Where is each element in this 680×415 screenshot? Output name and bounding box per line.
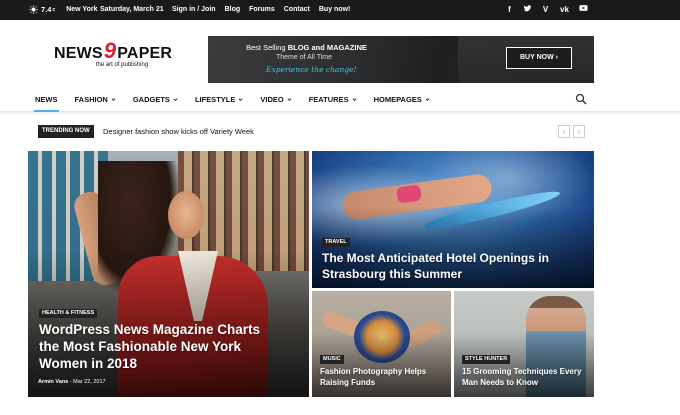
blog-link[interactable]: Blog [225,6,241,13]
logo-word-news: NEWS [54,45,103,62]
weather-city: New York [66,6,98,13]
chevron-down-icon [425,98,430,101]
weather-widget: 7.4 c New York [29,5,97,14]
nav-item-label: FEATURES [308,95,349,104]
post-author[interactable]: Armin Vans [38,379,68,385]
post-title[interactable]: WordPress News Magazine Charts the Most … [39,321,279,372]
nav-item-label: HOMEPAGES [373,95,422,104]
logo-nine: 9 [103,38,117,63]
top-links: Sign in / Join Blog Forums Contact Buy n… [172,6,350,13]
nav-item-news[interactable]: NEWS [34,95,58,112]
image-face [168,191,204,239]
trending-arrows: ‹ › [558,125,585,138]
banner-headline-bold: BLOG and MAGAZINE [287,43,367,52]
nav-item-label: LIFESTYLE [194,95,236,104]
banner-headline: Best Selling BLOG and MAGAZINE [246,43,367,52]
sign-in-link[interactable]: Sign in / Join [172,6,216,13]
current-date: Saturday, March 21 [100,6,164,13]
temperature-unit: c [52,6,56,13]
nav-item-gadgets[interactable]: GADGETS [133,95,178,104]
featured-post-main[interactable]: HEALTH & FITNESS WordPress News Magazine… [28,151,309,397]
temperature: 7.4 [41,5,52,14]
banner-slogan: Experience the change! [266,65,357,74]
forums-link[interactable]: Forums [249,6,275,13]
nav-item-lifestyle[interactable]: LIFESTYLE [195,95,243,104]
vimeo-icon[interactable]: V [541,4,550,15]
social-icons: f V vk [505,4,588,15]
trending-next-button[interactable]: › [573,125,585,138]
chevron-down-icon [173,98,178,101]
nav-item-features[interactable]: FEATURES [309,95,357,104]
post-title[interactable]: 15 Grooming Techniques Every Man Needs t… [462,367,592,388]
chevron-down-icon [111,98,116,101]
chevron-down-icon [287,98,292,101]
logo-word-paper: PAPER [117,45,173,62]
main-navigation: NEWS FASHION GADGETS LIFESTYLE VIDEO FEATURES… [0,88,680,116]
category-badge[interactable]: HEALTH & FITNESS [39,309,98,318]
twitter-icon[interactable] [523,4,532,15]
nav-menu: NEWS FASHION GADGETS LIFESTYLE VIDEO FEATURES… [34,95,447,112]
featured-post-music[interactable]: MUSIC Fashion Photography Helps Raising … [312,291,451,397]
post-title[interactable]: The Most Anticipated Hotel Openings in S… [322,250,562,282]
trending-headline[interactable]: Designer fashion show kicks off Variety … [103,127,254,136]
banner-buy-now-button[interactable]: BUY NOW › [506,47,572,69]
banner-subline: Theme of All Time [276,54,333,61]
nav-item-label: GADGETS [132,95,170,104]
banner-headline-prefix: Best Selling [246,43,288,52]
facebook-icon[interactable]: f [505,4,514,15]
chevron-down-icon [238,98,243,101]
nav-item-label: NEWS [35,95,58,104]
nav-item-fashion[interactable]: FASHION [75,95,116,104]
post-meta: Armin Vans - Mar 22, 2017 [38,379,106,385]
trending-prev-button[interactable]: ‹ [558,125,570,138]
featured-post-travel[interactable]: TRAVEL The Most Anticipated Hotel Openin… [312,151,594,288]
category-badge[interactable]: TRAVEL [322,238,350,247]
youtube-icon[interactable] [579,4,588,15]
post-date: Mar 22, 2017 [73,379,106,385]
trending-bar: TRENDING NOW Designer fashion show kicks… [38,125,594,138]
nav-item-homepages[interactable]: HOMEPAGES [374,95,430,104]
featured-post-style[interactable]: STYLE HUNTER 15 Grooming Techniques Ever… [454,291,594,397]
buy-now-link[interactable]: Buy now! [319,6,351,13]
search-icon[interactable] [575,93,587,105]
logo-wordmark: NEWS 9 PAPER [54,38,184,64]
category-badge[interactable]: MUSIC [320,355,344,364]
nav-item-video[interactable]: VIDEO [260,95,292,104]
weather-sun-icon [29,5,38,14]
vk-icon[interactable]: vk [559,4,570,15]
trending-badge: TRENDING NOW [38,125,94,138]
nav-item-label: VIDEO [260,95,284,104]
chevron-down-icon [352,98,357,101]
site-logo[interactable]: NEWS 9 PAPER the art of publishing [54,38,184,80]
top-bar: 7.4 c New York Saturday, March 21 Sign i… [0,0,680,20]
category-badge[interactable]: STYLE HUNTER [462,355,511,364]
post-title[interactable]: Fashion Photography Helps Raising Funds [320,367,450,388]
nav-shadow [0,112,680,116]
nav-item-label: FASHION [74,95,108,104]
contact-link[interactable]: Contact [284,6,310,13]
header-ad-banner[interactable]: Best Selling BLOG and MAGAZINE Theme of … [208,36,594,83]
